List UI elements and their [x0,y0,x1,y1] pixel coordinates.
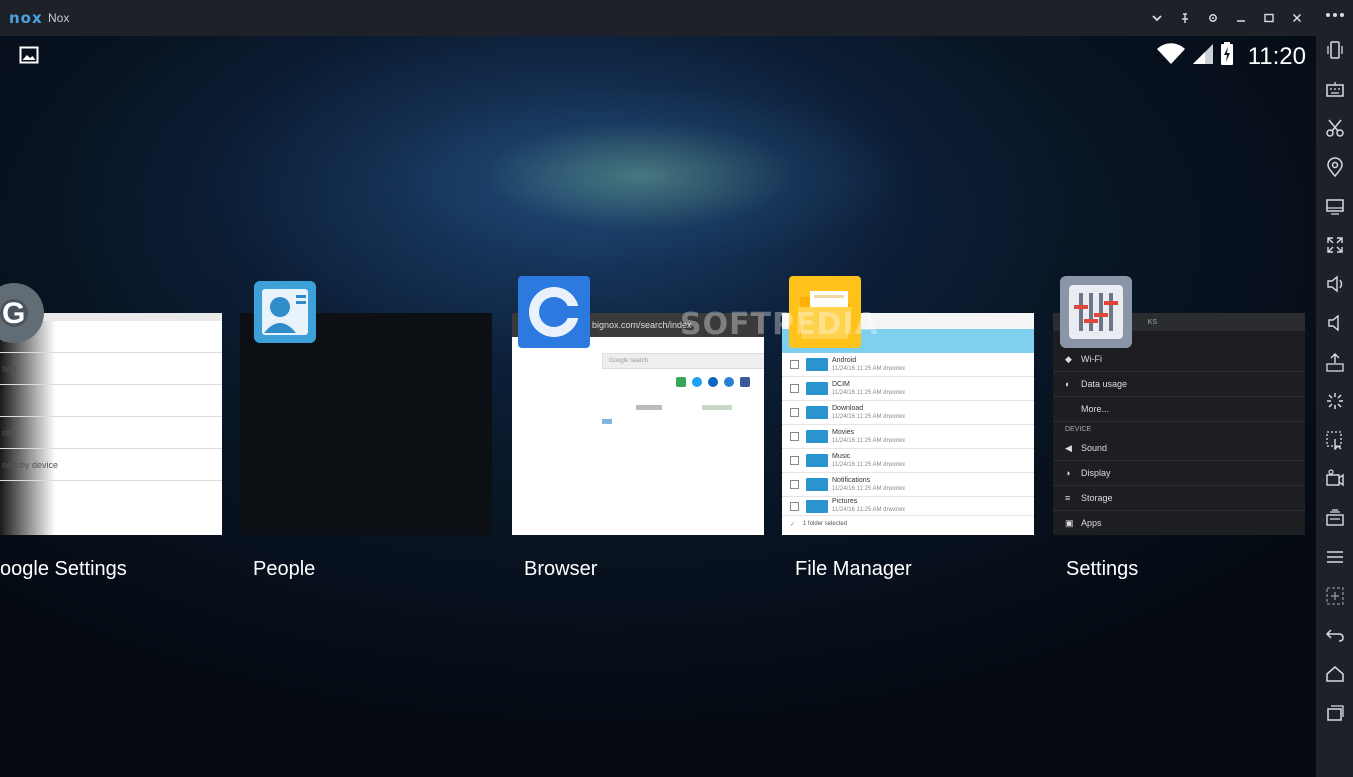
play-icon [676,377,686,387]
google-settings-gear-icon: G [0,275,50,349]
settings-item-wifi: ◆ Wi-Fi [1053,347,1305,372]
settings-item-display: ◑ Display [1053,461,1305,486]
wifi-icon [1156,43,1186,70]
small-link [602,419,612,424]
chevron-down-icon[interactable] [1146,8,1168,28]
volume-up-icon[interactable] [1316,264,1353,303]
status-bar: 11:20 [1156,42,1306,71]
apps-icon: ▣ [1065,517,1074,528]
keyboard-icon[interactable] [1316,69,1353,108]
svg-text:G: G [2,297,25,330]
watermark: SOFTPEDIA [680,307,879,342]
shake-icon[interactable] [1316,30,1353,69]
list-item [0,385,222,417]
selection-footer: ✓ 1 folder selected [790,521,848,528]
social-icons [676,377,750,387]
list-item: Notifications 11/24/16 11:25 AM drwxrwx [782,473,1034,497]
recent-label-browser: Browser [524,558,598,580]
record-icon[interactable] [1316,459,1353,498]
google-play-badge [702,405,732,410]
window-titlebar: nox Nox [0,0,1316,36]
settings-item-data-usage: ◐ Data usage [1053,372,1305,397]
settings-section-device: DEVICE [1065,425,1092,433]
back-icon[interactable] [1316,615,1353,654]
scissors-icon[interactable] [1316,108,1353,147]
linkedin-icon [708,377,718,387]
recent-label-settings: Settings [1066,558,1139,580]
display-icon: ◑ [1065,468,1071,478]
recent-label-file-manager: File Manager [795,558,912,580]
more-icon[interactable] [1316,0,1353,30]
gallery-notification-icon [19,45,39,70]
share-icon [724,377,734,387]
rating-stars [636,405,662,410]
facebook-icon [740,377,750,387]
settings-app-icon [1059,275,1133,349]
multi-instance-icon[interactable] [1316,498,1353,537]
nox-logo: nox [9,9,43,27]
twitter-icon [692,377,702,387]
recent-label-google-settings: oogle Settings [0,558,127,580]
macro-icon[interactable] [1316,420,1353,459]
signal-icon [1192,43,1214,70]
volume-down-icon[interactable] [1316,303,1353,342]
location-icon[interactable] [1316,147,1353,186]
settings-item-sound: ◀ Sound [1053,436,1305,461]
gear-icon[interactable] [1202,8,1224,28]
maximize-icon[interactable] [1258,8,1280,28]
fullscreen-icon[interactable] [1316,225,1353,264]
settings-item-more: More... [1053,397,1305,422]
list-item: DCIM 11/24/16 11:25 AM drwxrwx [782,377,1034,401]
list-item: rity [0,417,222,449]
browser-search-box: Google search [602,353,764,369]
wifi-icon: ◆ [1065,353,1072,364]
recent-label-people: People [253,558,316,580]
list-item: tion [0,353,222,385]
battery-icon [1220,42,1234,71]
list-item: nearby device [0,449,222,481]
pin-icon[interactable] [1174,8,1196,28]
list-item: Android 11/24/16 11:25 AM drwxrwx [782,353,1034,377]
settings-item-apps: ▣ Apps [1053,511,1305,535]
list-item: Music 11/24/16 11:25 AM drwxrwx [782,449,1034,473]
add-icon[interactable] [1316,576,1353,615]
status-time: 11:20 [1247,42,1306,70]
data-usage-icon: ◐ [1065,379,1071,389]
menu-icon[interactable] [1316,537,1353,576]
list-item: Movies 11/24/16 11:25 AM drwxrwx [782,425,1034,449]
nox-sidebar [1316,0,1353,777]
close-icon[interactable] [1286,8,1308,28]
people-app-icon [250,275,324,349]
window-title: Nox [48,11,70,25]
browser-app-icon [517,275,591,349]
minimize-icon[interactable] [1230,8,1252,28]
home-icon[interactable] [1316,654,1353,693]
list-item: Pictures 11/24/16 11:25 AM drwxrwx [782,497,1034,516]
storage-icon: ≡ [1065,493,1071,503]
apk-icon[interactable] [1316,342,1353,381]
settings-item-storage: ≡ Storage [1053,486,1305,511]
recents-icon[interactable] [1316,693,1353,732]
android-screen: 11:20 y tion rity nearby device G oogle … [0,36,1316,777]
screen-icon[interactable] [1316,186,1353,225]
loading-icon[interactable] [1316,381,1353,420]
list-item: Download 11/24/16 11:25 AM drwxrwx [782,401,1034,425]
speaker-icon: ◀ [1065,442,1072,453]
